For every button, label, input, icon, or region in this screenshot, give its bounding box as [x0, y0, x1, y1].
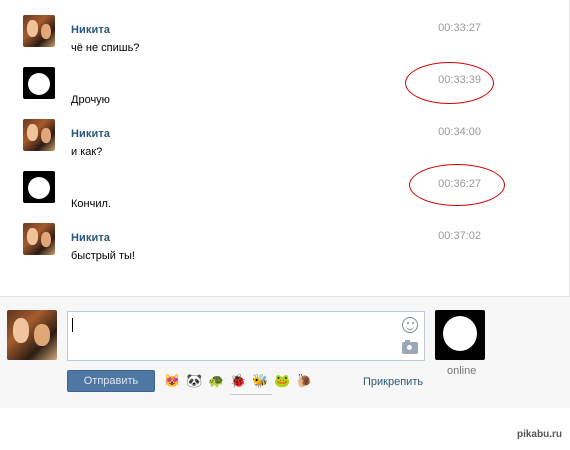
- my-avatar[interactable]: [7, 310, 57, 360]
- bee-emoji-icon[interactable]: 🐝: [252, 373, 268, 389]
- turtle-emoji-icon[interactable]: 🐢: [208, 373, 224, 389]
- snail-emoji-icon[interactable]: 🐌: [296, 373, 312, 389]
- avatar[interactable]: [23, 119, 55, 151]
- text-caret: [72, 318, 73, 332]
- message-time: 00:34:00: [438, 126, 481, 138]
- frog-emoji-icon[interactable]: 🐸: [274, 373, 290, 389]
- message-row: Никита чё не спишь? 00:33:27: [0, 0, 570, 54]
- message-row: Никита быстрый ты! 00:37:02: [0, 208, 570, 262]
- send-button[interactable]: Отправить: [67, 370, 155, 392]
- cat-emoji-icon[interactable]: 😻: [164, 373, 180, 389]
- sender-name[interactable]: Никита: [71, 24, 110, 36]
- message-input[interactable]: [67, 311, 425, 361]
- panda-emoji-icon[interactable]: 🐼: [186, 373, 202, 389]
- message-time: 00:37:02: [438, 230, 481, 242]
- message-composer: online Отправить 😻 🐼 🐢 🐞 🐝 🐸 🐌 Прикрепит…: [0, 296, 570, 408]
- avatar-redacted[interactable]: [23, 67, 55, 99]
- partner-avatar[interactable]: [435, 310, 485, 360]
- attach-link[interactable]: Прикрепить: [363, 376, 423, 388]
- message-time: 00:36:27: [438, 178, 481, 190]
- watermark: pikabu.ru: [516, 429, 562, 440]
- smile-icon[interactable]: [402, 317, 418, 333]
- message-text: быстрый ты!: [71, 250, 135, 262]
- camera-icon[interactable]: [402, 340, 418, 354]
- avatar[interactable]: [23, 15, 55, 47]
- sender-name[interactable]: Никита: [71, 232, 110, 244]
- message-row: Кончил. 00:36:27: [0, 156, 570, 210]
- message-row: Дрочую 00:33:39: [0, 52, 570, 106]
- partner-status: online: [447, 365, 477, 377]
- avatar[interactable]: [23, 223, 55, 255]
- message-time: 00:33:39: [438, 74, 481, 86]
- ladybug-emoji-icon[interactable]: 🐞: [230, 373, 246, 389]
- chat-history: Никита чё не спишь? 00:33:27 Дрочую 00:3…: [0, 0, 570, 296]
- emoji-tabs-indicator: [230, 394, 272, 400]
- message-time: 00:33:27: [438, 22, 481, 34]
- avatar-redacted[interactable]: [23, 171, 55, 203]
- message-row: Никита и как? 00:34:00: [0, 104, 570, 158]
- sender-name[interactable]: Никита: [71, 128, 110, 140]
